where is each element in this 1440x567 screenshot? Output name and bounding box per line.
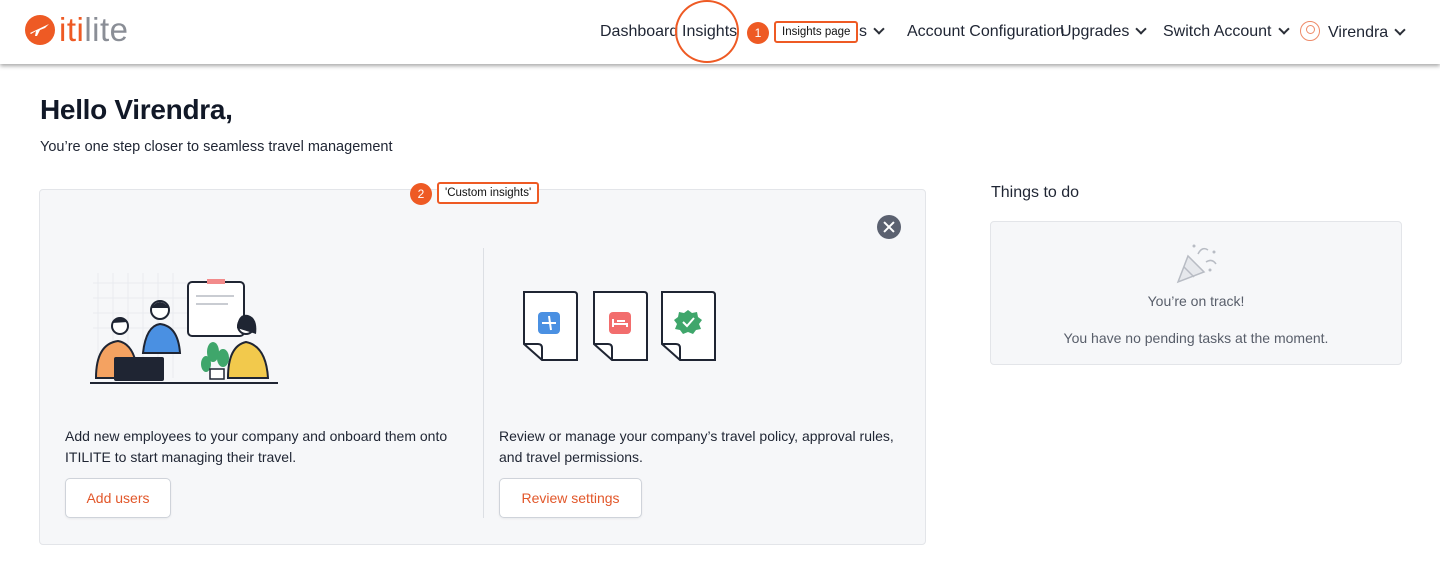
chevron-down-icon — [1135, 23, 1148, 35]
nav-account-configuration[interactable]: Account Configuration — [907, 23, 1064, 41]
nav-user-name: Virendra — [1328, 24, 1389, 42]
review-settings-description: Review or manage your company’s travel p… — [499, 428, 894, 465]
nav-user-menu[interactable]: Virendra — [1300, 21, 1406, 43]
settings-documents-illustration — [523, 291, 716, 361]
close-icon[interactable] — [877, 215, 901, 239]
step-label-1: Insights page — [774, 21, 859, 43]
nav-switch-account-label: Switch Account — [1163, 23, 1272, 40]
todo-status: You’re on track! — [1147, 293, 1245, 309]
step-badge-2: 2 — [410, 183, 432, 205]
add-users-description: Add new employees to your company and on… — [65, 428, 448, 465]
nav-dashboard[interactable]: Dashboard — [600, 23, 678, 41]
add-users-button[interactable]: Add users — [65, 478, 171, 518]
logo-plane-icon — [25, 15, 55, 45]
nav-upgrades[interactable]: Upgrades — [1060, 23, 1148, 41]
card-divider — [483, 248, 484, 518]
top-navigation-bar: itilite Dashboard Insights s 1 Insights … — [0, 0, 1440, 64]
party-popper-icon — [1176, 244, 1217, 284]
insights-highlight-ring — [675, 0, 739, 63]
todo-message: You have no pending tasks at the moment. — [1063, 330, 1329, 346]
nav-upgrades-label: Upgrades — [1060, 23, 1130, 40]
chevron-down-icon — [873, 23, 885, 35]
things-to-do-heading: Things to do — [991, 184, 1080, 201]
itilite-logo[interactable]: itilite — [25, 13, 129, 47]
review-settings-button[interactable]: Review settings — [499, 478, 642, 518]
user-avatar-icon — [1300, 21, 1320, 41]
chevron-down-icon — [1277, 23, 1290, 35]
page-title: Hello Virendra, — [40, 94, 233, 125]
chevron-down-icon — [1394, 24, 1406, 36]
step-badge-1: 1 — [747, 22, 769, 44]
logo-wordmark: itilite — [59, 11, 129, 48]
step-label-2: 'Custom insights' — [437, 182, 540, 204]
nav-hidden-menu-label: s — [859, 23, 867, 40]
onboarding-card: Add new employees to your company and on… — [39, 189, 926, 545]
nav-hidden-menu[interactable]: s — [859, 23, 885, 41]
nav-switch-account[interactable]: Switch Account — [1163, 23, 1290, 41]
todo-card: You’re on track! You have no pending tas… — [990, 221, 1402, 365]
team-illustration — [90, 273, 278, 384]
page-subtitle: You’re one step closer to seamless trave… — [40, 139, 393, 155]
